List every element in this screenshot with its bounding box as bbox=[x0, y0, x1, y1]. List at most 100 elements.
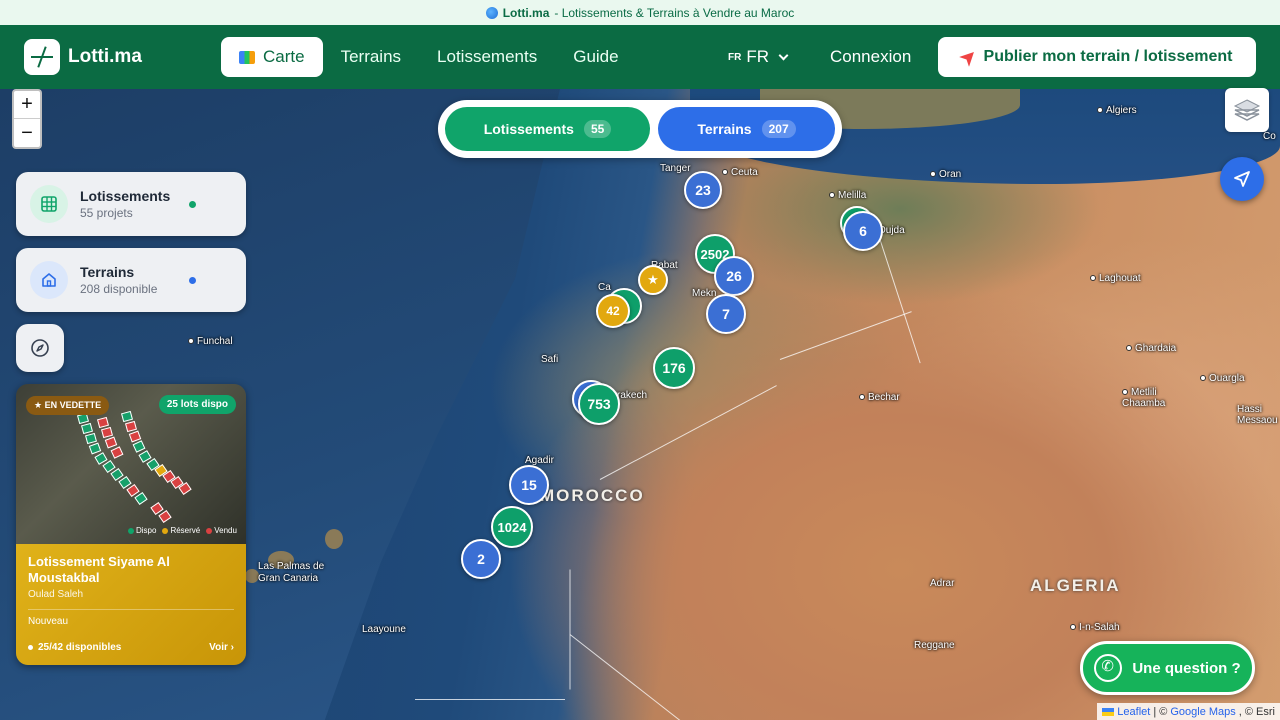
place-label: Laghouat bbox=[1090, 273, 1141, 284]
cluster-marker[interactable]: 2 bbox=[461, 539, 501, 579]
lang-label: FR bbox=[746, 47, 770, 66]
logo[interactable]: Lotti.ma bbox=[24, 39, 142, 75]
header: Lotti.ma Carte Terrains Lotissements Gui… bbox=[0, 25, 1280, 89]
featured-location: Oulad Saleh bbox=[28, 589, 84, 600]
toggle-terrains[interactable]: Terrains 207 bbox=[658, 107, 835, 151]
toggle-terrains-label: Terrains bbox=[697, 121, 752, 137]
logo-icon bbox=[24, 39, 60, 75]
cluster-marker[interactable]: 26 bbox=[714, 256, 754, 296]
place-label: Metlili Chaamba bbox=[1122, 387, 1182, 409]
border-line bbox=[779, 311, 912, 360]
rocket-icon bbox=[959, 47, 979, 67]
status-dot bbox=[189, 277, 196, 284]
place-label: Ceuta bbox=[722, 167, 758, 178]
featured-footer: 25/42 disponibles Voir › bbox=[28, 642, 234, 653]
zoom-control: + − bbox=[12, 89, 42, 149]
featured-tag: Nouveau bbox=[28, 616, 69, 627]
cluster-marker[interactable]: 7 bbox=[706, 294, 746, 334]
featured-body: Lotissement Siyame Al Moustakbal Oulad S… bbox=[16, 544, 246, 665]
banner-brand: Lotti.ma bbox=[502, 5, 550, 20]
nav-guide[interactable]: Guide bbox=[555, 37, 636, 77]
cluster-marker[interactable]: 23 bbox=[684, 171, 722, 209]
cluster-marker[interactable]: 42 bbox=[596, 294, 630, 328]
whatsapp-button[interactable]: Une question ? bbox=[1080, 641, 1255, 695]
place-label: I-n-Salah bbox=[1070, 622, 1120, 633]
legend-reserve: Réservé bbox=[162, 526, 200, 535]
featured-badge: ★ EN VEDETTE bbox=[26, 396, 110, 415]
cluster-marker[interactable]: 1024 bbox=[491, 506, 533, 548]
place-label: Reggane bbox=[914, 640, 955, 651]
chevron-down-icon bbox=[778, 50, 789, 60]
toggle-lotissements[interactable]: Lotissements 55 bbox=[445, 107, 650, 151]
place-label: Co bbox=[1263, 131, 1276, 142]
cluster-marker[interactable]: 15 bbox=[509, 465, 549, 505]
globe-icon bbox=[485, 6, 498, 19]
place-label: Bechar bbox=[859, 392, 900, 403]
whatsapp-icon bbox=[1094, 654, 1123, 682]
toggle-terrains-count: 207 bbox=[761, 120, 796, 138]
country-label-morocco: MOROCCO bbox=[540, 486, 645, 505]
lots-available-badge: 25 lots dispo bbox=[158, 395, 236, 414]
terrains-card[interactable]: Terrains 208 disponible bbox=[16, 248, 246, 312]
map-icon bbox=[239, 50, 255, 64]
google-maps-link[interactable]: Google Maps bbox=[1170, 706, 1235, 718]
island bbox=[245, 569, 259, 583]
place-label: Algiers bbox=[1097, 105, 1137, 116]
layers-button[interactable] bbox=[1225, 88, 1269, 132]
place-label: Ghardaia bbox=[1126, 343, 1176, 354]
ukraine-flag-icon bbox=[1102, 707, 1115, 716]
place-label: Laayoune bbox=[362, 624, 406, 635]
divider bbox=[28, 609, 234, 610]
status-dot bbox=[189, 201, 196, 208]
layer-toggle: Lotissements 55 Terrains 207 bbox=[438, 100, 842, 158]
lotissements-card-title: Lotissements bbox=[80, 188, 171, 204]
lang-code: FR bbox=[728, 51, 742, 63]
locate-button[interactable] bbox=[1220, 157, 1264, 201]
featured-title: Lotissement Siyame Al Moustakbal bbox=[28, 554, 170, 585]
featured-view-link[interactable]: Voir › bbox=[209, 642, 234, 653]
zoom-in-button[interactable]: + bbox=[14, 91, 40, 119]
plot-legend: Dispo Réservé Vendu bbox=[128, 526, 237, 535]
featured-star-marker[interactable]: ★ bbox=[638, 265, 668, 295]
border-line bbox=[569, 569, 571, 690]
featured-available: 25/42 disponibles bbox=[28, 642, 121, 653]
home-icon bbox=[30, 261, 68, 299]
legend-dispo: Dispo bbox=[128, 526, 156, 535]
map-attribution: Leaflet | © Google Maps , © Esri bbox=[1097, 703, 1280, 720]
language-selector[interactable]: FR FR bbox=[728, 47, 789, 67]
terrains-card-sub: 208 disponible bbox=[80, 282, 158, 296]
place-label: Ouargla bbox=[1200, 373, 1245, 384]
cluster-marker[interactable]: 6 bbox=[843, 211, 883, 251]
nav-carte[interactable]: Carte bbox=[221, 37, 323, 77]
lotissements-card[interactable]: Lotissements 55 projets bbox=[16, 172, 246, 236]
publish-label: Publier mon terrain / lotissement bbox=[983, 48, 1233, 65]
login-link[interactable]: Connexion bbox=[830, 47, 911, 67]
compass-button[interactable] bbox=[16, 324, 64, 372]
lotissements-card-sub: 55 projets bbox=[80, 206, 133, 220]
publish-button[interactable]: Publier mon terrain / lotissement bbox=[938, 37, 1256, 77]
zoom-out-button[interactable]: − bbox=[14, 119, 40, 147]
border-line bbox=[879, 239, 921, 364]
logo-text: Lotti.ma bbox=[68, 46, 142, 67]
island bbox=[325, 529, 343, 549]
place-label: Las Palmas de Gran Canaria bbox=[258, 561, 325, 584]
featured-card[interactable]: Dispo Réservé Vendu ★ EN VEDETTE 25 lots… bbox=[16, 384, 246, 665]
nav-terrains[interactable]: Terrains bbox=[323, 37, 419, 77]
place-label: Melilla bbox=[829, 190, 866, 201]
cluster-marker[interactable]: 176 bbox=[653, 347, 695, 389]
whatsapp-label: Une question ? bbox=[1132, 659, 1241, 677]
banner-text: - Lotissements & Terrains à Vendre au Ma… bbox=[554, 5, 795, 20]
nav-lotissements[interactable]: Lotissements bbox=[419, 37, 555, 77]
country-label-algeria: ALGERIA bbox=[1030, 576, 1121, 595]
place-label: rakech bbox=[617, 390, 648, 401]
cluster-marker[interactable]: 753 bbox=[578, 383, 620, 425]
toggle-lotissements-count: 55 bbox=[583, 120, 612, 138]
toggle-lotissements-label: Lotissements bbox=[483, 121, 574, 137]
compass-icon bbox=[31, 339, 49, 357]
main-nav: Carte Terrains Lotissements Guide bbox=[221, 37, 637, 77]
grid-icon bbox=[30, 185, 68, 223]
top-banner: Lotti.ma - Lotissements & Terrains à Ven… bbox=[0, 0, 1280, 25]
terrains-card-title: Terrains bbox=[80, 264, 135, 280]
leaflet-link[interactable]: Leaflet bbox=[1117, 706, 1150, 718]
place-label: Adrar bbox=[930, 578, 955, 589]
